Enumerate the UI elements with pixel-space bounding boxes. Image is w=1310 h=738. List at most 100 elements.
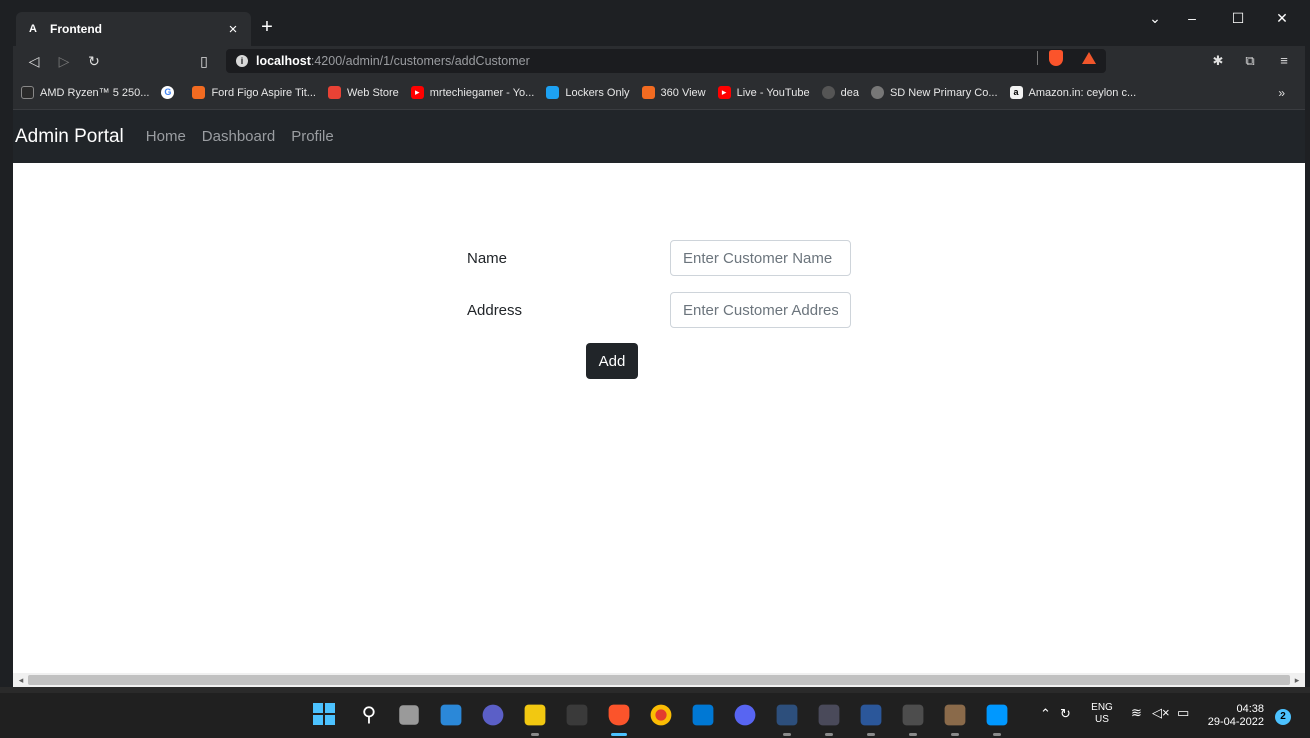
- bookmark-label: dea: [840, 86, 859, 99]
- scrollbar-thumb[interactable]: [28, 675, 1290, 685]
- bookmark-item[interactable]: Ford Figo Aspire Tit...: [192, 86, 316, 99]
- new-tab-icon[interactable]: +: [258, 16, 276, 38]
- brave-rewards-icon[interactable]: [1082, 52, 1096, 64]
- brave-shield-icon[interactable]: [1049, 50, 1063, 66]
- battery-icon[interactable]: ▭: [1177, 705, 1189, 721]
- amd-icon: [21, 86, 34, 99]
- minimize-icon[interactable]: –: [1180, 10, 1204, 26]
- word-icon[interactable]: [860, 704, 882, 726]
- reload-icon[interactable]: ↻: [85, 52, 103, 70]
- tray-overflow-icon[interactable]: ⌃: [1040, 706, 1051, 722]
- horizontal-scrollbar[interactable]: ◂ ▸: [13, 673, 1305, 687]
- app-navbar: Admin Portal Home Dashboard Profile: [13, 110, 1305, 163]
- url-divider: [1037, 51, 1038, 65]
- address-toolbar: ◁ ▷ ↻ ▯ i localhost :4200/admin/1/custom…: [13, 46, 1305, 76]
- chrome-icon[interactable]: [650, 704, 672, 726]
- url-path: :4200/admin/1/customers/addCustomer: [310, 54, 530, 68]
- file-explorer-icon[interactable]: [524, 704, 546, 726]
- close-window-icon[interactable]: ✕: [1270, 10, 1294, 27]
- language-indicator[interactable]: ENG US: [1090, 702, 1114, 726]
- name-label: Name: [467, 250, 508, 267]
- sync-icon[interactable]: ↻: [1060, 706, 1071, 722]
- bookmark-item[interactable]: ▸ Live - YouTube: [717, 86, 810, 99]
- youtube-icon: ▸: [410, 86, 424, 99]
- maximize-icon[interactable]: ☐: [1226, 10, 1250, 27]
- navbar-brand[interactable]: Admin Portal: [15, 126, 124, 148]
- bookmark-item[interactable]: a Amazon.in: ceylon c...: [1009, 86, 1136, 99]
- bookmark-label: mrtechiegamer - Yo...: [429, 86, 535, 99]
- screen: A Frontend × + ⌄ – ☐ ✕ ◁ ▷ ↻ ▯ i localho…: [0, 0, 1310, 738]
- bookmark-item[interactable]: 360 View: [641, 86, 706, 99]
- bookmark-label: Lockers Only: [565, 86, 630, 99]
- menu-icon[interactable]: ≡: [1275, 52, 1293, 70]
- running-indicator: [909, 733, 917, 736]
- youtube-icon: ▸: [717, 86, 731, 99]
- bookmark-site-icon: [192, 86, 206, 99]
- brave-browser-icon[interactable]: [608, 704, 630, 726]
- bookmark-label: Web Store: [346, 86, 399, 99]
- bookmark-page-icon[interactable]: ▯: [195, 52, 213, 70]
- bookmark-item[interactable]: Web Store: [327, 86, 399, 99]
- customer-name-input[interactable]: [670, 240, 851, 276]
- browser-frame-right: [1305, 0, 1310, 700]
- scroll-left-icon[interactable]: ◂: [15, 673, 27, 687]
- customer-address-input[interactable]: [670, 292, 851, 328]
- bookmark-item[interactable]: G: [161, 86, 180, 99]
- teams-chat-icon[interactable]: [482, 704, 504, 726]
- nav-link-profile[interactable]: Profile: [291, 128, 334, 145]
- game-icon[interactable]: [944, 704, 966, 726]
- bookmark-item[interactable]: dea: [821, 86, 859, 99]
- bookmark-item[interactable]: Lockers Only: [546, 86, 630, 99]
- bookmark-item[interactable]: SD New Primary Co...: [870, 86, 998, 99]
- clock-date: 29-04-2022: [1207, 716, 1264, 728]
- nav-link-home[interactable]: Home: [146, 128, 186, 145]
- lockers-icon: [546, 86, 560, 99]
- system-clock[interactable]: 04:38 29-04-2022: [1204, 703, 1264, 729]
- extensions-icon[interactable]: ✱: [1209, 52, 1227, 70]
- tab-search-icon[interactable]: ⌄: [1143, 10, 1167, 27]
- discord-icon[interactable]: [734, 704, 756, 726]
- mail-icon[interactable]: [692, 704, 714, 726]
- widgets-icon[interactable]: [440, 704, 462, 726]
- clock-time: 04:38: [1236, 703, 1264, 715]
- google-icon: G: [161, 86, 175, 99]
- main-content: Name Address Add: [13, 163, 1305, 673]
- browser-tab-frontend[interactable]: A Frontend ×: [16, 12, 251, 46]
- scroll-right-icon[interactable]: ▸: [1291, 673, 1303, 687]
- forward-icon[interactable]: ▷: [55, 52, 73, 70]
- start-icon[interactable]: [312, 702, 336, 726]
- nav-link-dashboard[interactable]: Dashboard: [202, 128, 275, 145]
- bookmarks-bar: AMD Ryzen™ 5 250... G Ford Figo Aspire T…: [13, 76, 1305, 110]
- globe-icon: [870, 86, 884, 99]
- design-app-icon[interactable]: [776, 704, 798, 726]
- bookmark-item[interactable]: AMD Ryzen™ 5 250...: [21, 86, 149, 99]
- active-indicator: [611, 733, 627, 736]
- volume-muted-icon[interactable]: ◁×: [1152, 705, 1170, 721]
- bookmark-site-icon: [641, 86, 655, 99]
- back-icon[interactable]: ◁: [25, 52, 43, 70]
- url-host: localhost: [256, 54, 311, 68]
- add-customer-button[interactable]: Add: [586, 343, 638, 379]
- address-bar[interactable]: i localhost :4200/admin/1/customers/addC…: [226, 49, 1106, 73]
- running-indicator: [783, 733, 791, 736]
- browser-frame-left: [0, 0, 13, 700]
- bookmark-item[interactable]: ▸ mrtechiegamer - Yo...: [410, 86, 535, 99]
- store-icon[interactable]: [566, 704, 588, 726]
- running-indicator: [825, 733, 833, 736]
- tab-close-icon[interactable]: ×: [225, 21, 241, 38]
- bookmark-label: SD New Primary Co...: [889, 86, 998, 99]
- dea-icon: [821, 86, 835, 99]
- wallet-icon[interactable]: ⧉: [1241, 52, 1259, 70]
- running-indicator: [867, 733, 875, 736]
- terminal-icon[interactable]: [902, 704, 924, 726]
- vscode-icon[interactable]: [986, 704, 1008, 726]
- site-info-icon[interactable]: i: [236, 55, 248, 67]
- wifi-icon[interactable]: ≋: [1131, 705, 1142, 721]
- angular-favicon-icon: A: [29, 23, 37, 35]
- search-icon[interactable]: ⚲: [356, 702, 382, 728]
- lang-code: ENG: [1091, 702, 1113, 713]
- task-view-icon[interactable]: [399, 705, 419, 725]
- tool-app-icon[interactable]: [818, 704, 840, 726]
- notification-badge[interactable]: 2: [1275, 709, 1291, 725]
- bookmarks-overflow-icon[interactable]: »: [1278, 86, 1285, 100]
